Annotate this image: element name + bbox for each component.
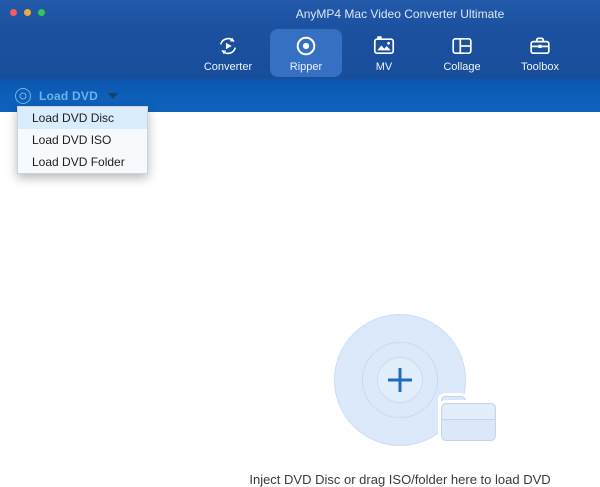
title-and-nav-bar: AnyMP4 Mac Video Converter Ultimate Conv… xyxy=(0,0,600,79)
tv-picture-icon xyxy=(373,36,395,55)
collage-grid-icon xyxy=(452,37,472,55)
convert-cycle-play-icon xyxy=(220,37,236,55)
load-dvd-dropdown-menu: Load DVD Disc Load DVD ISO Load DVD Fold… xyxy=(17,106,148,174)
maximize-window-button[interactable] xyxy=(38,9,45,16)
menu-item-load-dvd-disc[interactable]: Load DVD Disc xyxy=(18,107,147,129)
app-window: AnyMP4 Mac Video Converter Ultimate Conv… xyxy=(0,0,600,487)
tab-collage[interactable]: Collage xyxy=(426,29,498,77)
folder-body-shape xyxy=(441,403,496,441)
disc-record-icon xyxy=(296,36,316,56)
tab-converter[interactable]: Converter xyxy=(192,29,264,77)
close-window-button[interactable] xyxy=(10,9,17,16)
folder-icon xyxy=(441,396,496,441)
tab-ripper[interactable]: Ripper xyxy=(270,29,342,77)
tab-label: Toolbox xyxy=(521,61,559,73)
menu-item-load-dvd-folder[interactable]: Load DVD Folder xyxy=(18,151,147,173)
tab-label: Converter xyxy=(203,61,253,73)
tab-mv[interactable]: MV xyxy=(348,29,420,77)
dvd-disc-icon xyxy=(15,87,31,104)
toolbox-case-icon xyxy=(530,37,550,55)
drop-hint-text: Inject DVD Disc or drag ISO/folder here … xyxy=(249,472,551,487)
plus-icon xyxy=(388,368,412,392)
load-dvd-label: Load DVD xyxy=(39,88,98,103)
chevron-down-icon xyxy=(107,92,118,99)
tab-toolbox[interactable]: Toolbox xyxy=(504,29,576,77)
minimize-window-button[interactable] xyxy=(24,9,31,16)
menu-item-load-dvd-iso[interactable]: Load DVD ISO xyxy=(18,129,147,151)
main-nav-tabs: Converter Ripper MV Collage Toolbox xyxy=(192,29,576,77)
tab-label: MV xyxy=(375,61,393,73)
folder-divider-line xyxy=(442,419,495,420)
traffic-lights xyxy=(10,9,45,16)
window-title: AnyMP4 Mac Video Converter Ultimate xyxy=(295,7,505,21)
folder-top-strip xyxy=(443,405,494,419)
tab-label: Collage xyxy=(443,61,481,73)
tab-label: Ripper xyxy=(289,61,323,73)
